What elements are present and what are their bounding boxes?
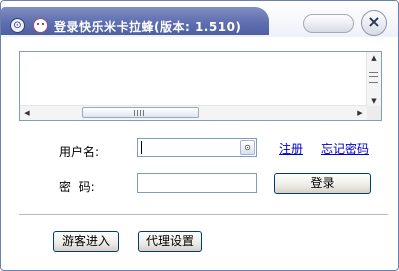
close-button[interactable]: ×	[361, 10, 387, 36]
username-label: 用户名:	[59, 145, 100, 159]
scroll-right-icon[interactable]: ▶	[353, 106, 367, 120]
message-log-area[interactable]: ▲ ▼ ◀ ▶	[19, 51, 382, 121]
app-face-icon	[33, 18, 48, 33]
scroll-left-icon[interactable]: ◀	[20, 106, 34, 120]
text-caret	[141, 141, 142, 154]
proxy-settings-button[interactable]: 代理设置	[138, 231, 202, 252]
register-link[interactable]: 注册	[279, 140, 303, 157]
guest-login-button[interactable]: 游客进入	[53, 231, 119, 252]
login-button[interactable]: 登录	[274, 173, 371, 194]
horizontal-scroll-thumb[interactable]	[82, 107, 199, 118]
minimize-button[interactable]	[303, 14, 354, 33]
password-field[interactable]	[137, 173, 257, 193]
scroll-up-icon[interactable]: ▲	[367, 52, 381, 64]
username-combobox[interactable]: ⊙	[137, 138, 257, 157]
scroll-grip-icon[interactable]	[369, 72, 378, 83]
dropdown-arrow-icon[interactable]: ⊙	[240, 140, 255, 155]
title-bar: ⊙ 登录快乐米卡拉蜂(版本: 1.510) ×	[1, 1, 398, 37]
window-title: 登录快乐米卡拉蜂(版本: 1.510)	[54, 20, 242, 34]
system-menu-icon[interactable]: ⊙	[10, 18, 25, 33]
login-window: ⊙ 登录快乐米卡拉蜂(版本: 1.510) × ▲ ▼ ◀ ▶ 用户名: ⊙ 注…	[0, 0, 399, 271]
vertical-scrollbar[interactable]: ▲ ▼	[366, 52, 381, 107]
horizontal-scrollbar[interactable]: ◀ ▶	[20, 105, 367, 120]
forgot-password-link[interactable]: 忘记密码	[321, 140, 369, 157]
password-label: 密 码:	[59, 180, 95, 194]
footer-divider	[19, 214, 388, 216]
scrollbar-corner	[367, 106, 381, 120]
